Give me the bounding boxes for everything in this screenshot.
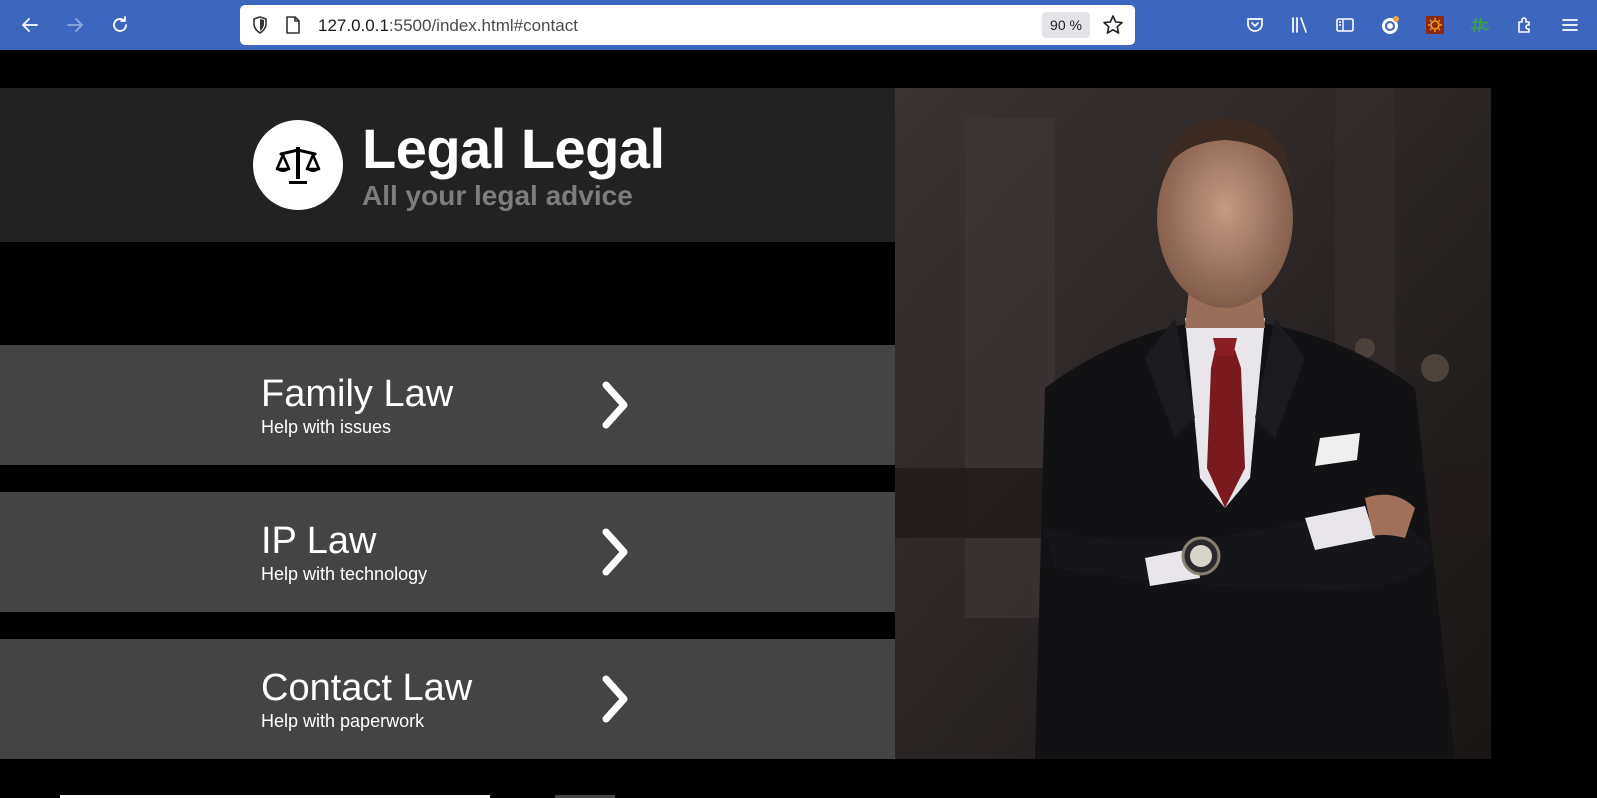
back-icon[interactable] bbox=[15, 10, 45, 40]
page-icon bbox=[286, 16, 300, 34]
chevron-right-icon[interactable] bbox=[596, 379, 636, 431]
extension-sun-icon[interactable] bbox=[1420, 10, 1450, 40]
service-title: IP Law bbox=[261, 520, 377, 562]
service-family-law[interactable]: Family Law Help with issues bbox=[0, 345, 895, 465]
bookmark-star-icon[interactable] bbox=[1102, 14, 1124, 36]
library-icon[interactable] bbox=[1285, 10, 1315, 40]
service-title: Family Law bbox=[261, 373, 454, 415]
extension-hashtag-icon[interactable] bbox=[1465, 10, 1495, 40]
shield-icon[interactable] bbox=[250, 15, 270, 35]
service-contact-law[interactable]: Contact Law Help with paperwork bbox=[0, 639, 895, 759]
chevron-right-icon[interactable] bbox=[596, 526, 636, 578]
service-title: Contact Law bbox=[261, 667, 473, 709]
pocket-icon[interactable] bbox=[1240, 10, 1270, 40]
scales-icon bbox=[275, 147, 321, 184]
service-desc: Help with technology bbox=[261, 564, 428, 584]
account-icon[interactable] bbox=[1375, 10, 1405, 40]
service-desc: Help with paperwork bbox=[261, 711, 425, 731]
site-title: Legal Legal bbox=[362, 117, 665, 180]
address-bar[interactable]: 127.0.0.1:5500/index.html#contact 90 % bbox=[240, 5, 1135, 45]
extensions-icon[interactable] bbox=[1510, 10, 1540, 40]
service-desc: Help with issues bbox=[261, 417, 392, 437]
site-subtitle: All your legal advice bbox=[362, 180, 633, 211]
url-path: :5500/index.html#contact bbox=[388, 16, 578, 35]
zoom-badge[interactable]: 90 % bbox=[1042, 12, 1090, 38]
reload-icon[interactable] bbox=[105, 10, 135, 40]
chevron-right-icon[interactable] bbox=[596, 673, 636, 725]
url-text[interactable]: 127.0.0.1:5500/index.html#contact bbox=[318, 16, 578, 36]
browser-toolbar: 127.0.0.1:5500/index.html#contact 90 % bbox=[0, 0, 1597, 50]
lawyer-portrait-image bbox=[895, 88, 1491, 759]
service-ip-law[interactable]: IP Law Help with technology bbox=[0, 492, 895, 612]
url-host: 127.0.0.1 bbox=[318, 16, 389, 35]
menu-icon[interactable] bbox=[1555, 10, 1585, 40]
hero-photo bbox=[895, 88, 1491, 759]
sidebar-icon[interactable] bbox=[1330, 10, 1360, 40]
site-logo[interactable] bbox=[253, 120, 343, 210]
forward-icon[interactable] bbox=[60, 10, 90, 40]
